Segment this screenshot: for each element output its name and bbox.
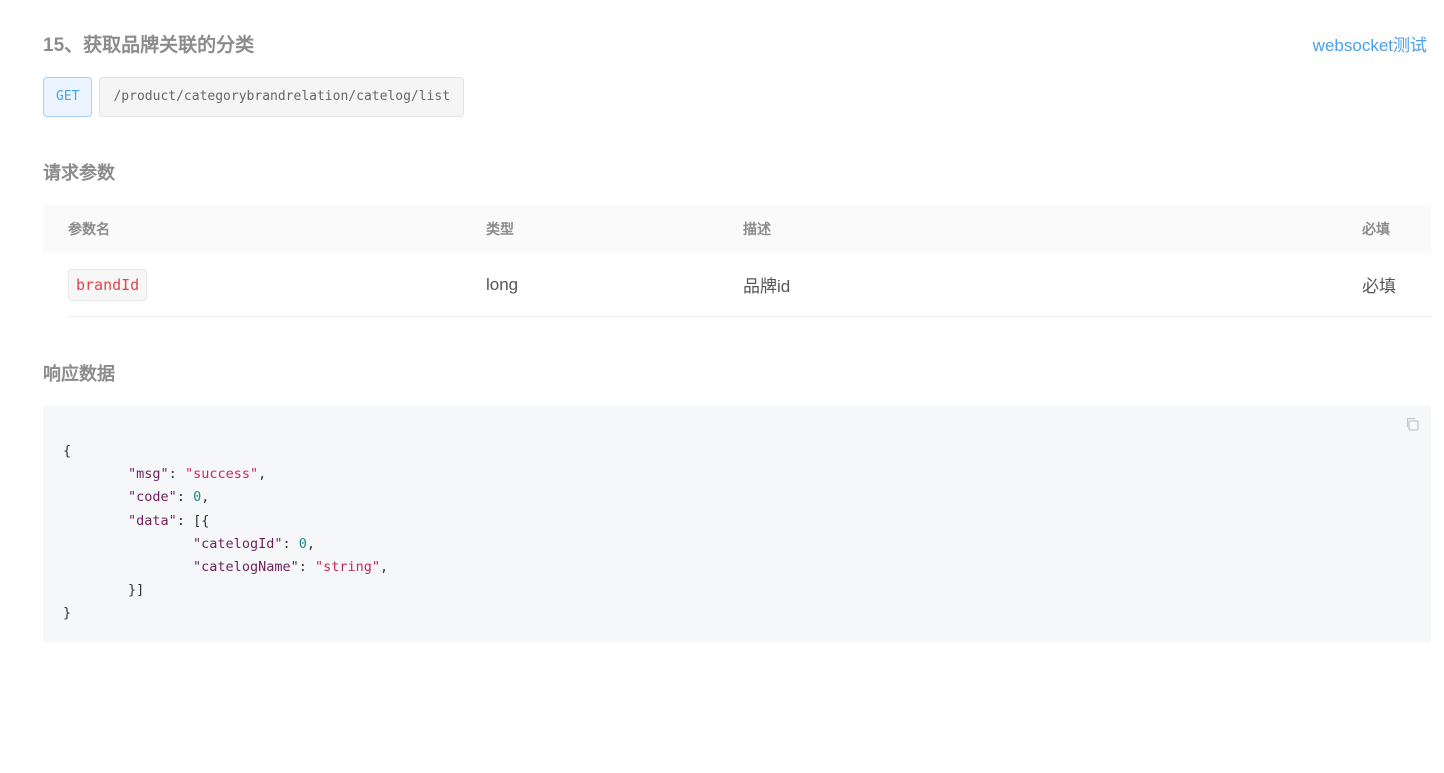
websocket-test-link[interactable]: websocket测试 [1313,31,1427,56]
response-data-title: 响应数据 [43,364,115,384]
column-header-required: 必填 [1362,221,1390,237]
code-open-brace: { [63,443,72,459]
params-table-header: 参数名 类型 描述 必填 [43,205,1431,253]
param-required: 必填 [1362,277,1396,296]
code-val-msg: "success" [184,466,259,483]
param-type: long [486,274,519,294]
param-desc: 品牌id [743,277,791,296]
code-key-msg: "msg" [128,466,169,483]
code-val-catelogId: 0 [298,535,307,552]
endpoint-row: GET /product/categorybrandrelation/catel… [43,77,465,117]
copy-icon[interactable] [1405,417,1419,431]
api-title: 15、获取品牌关联的分类 [43,35,255,56]
column-header-type: 类型 [486,221,514,237]
response-code-block: { "msg": "success", "code": 0, "data": [… [43,406,1431,642]
code-key-catelogId: "catelogId" [193,535,283,552]
code-val-catelogName: "string" [314,559,381,576]
request-params-title: 请求参数 [43,163,115,183]
code-data-open: [{ [193,512,210,529]
code-key-code: "code" [128,489,177,506]
params-table: 参数名 类型 描述 必填 brandId long 品牌id 必填 [43,205,1431,317]
code-key-catelogName: "catelogName" [193,559,299,576]
endpoint-path: /product/categorybrandrelation/catelog/l… [99,77,465,117]
code-key-data: "data" [128,512,177,529]
column-header-name: 参数名 [68,221,110,237]
api-doc-page: 15、获取品牌关联的分类 websocket测试 GET /product/ca… [0,0,1444,773]
table-row: brandId long 品牌id 必填 [68,253,1431,317]
code-val-code: 0 [193,489,202,506]
param-name-cell: brandId [68,268,486,301]
code-data-close: }] [128,582,145,599]
column-header-desc: 描述 [743,221,771,237]
code-close-brace: } [63,605,72,622]
param-name: brandId [68,268,148,301]
http-method-badge: GET [43,77,93,117]
response-json: { "msg": "success", "code": 0, "data": [… [63,443,389,622]
